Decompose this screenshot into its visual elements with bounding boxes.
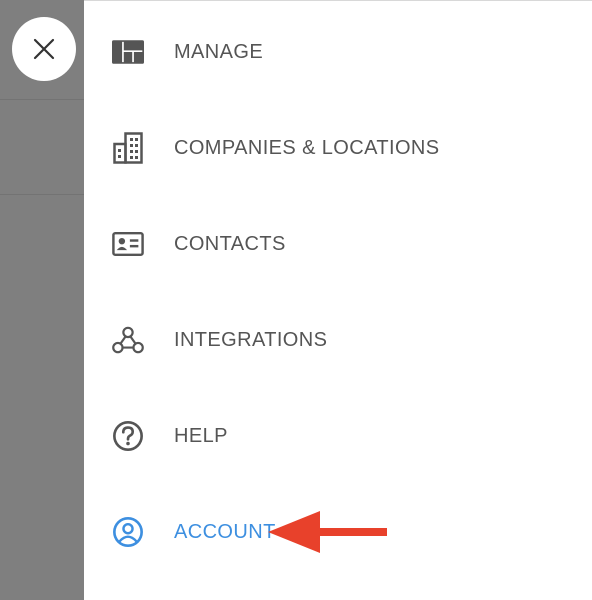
app-screen: MANAGE COMPANIES & LOCATIONS CONTACTS IN…	[0, 0, 592, 600]
nav-label-companies-locations: COMPANIES & LOCATIONS	[174, 136, 440, 159]
nav-label-account: ACCOUNT	[174, 520, 276, 543]
nav-item-companies-locations[interactable]: COMPANIES & LOCATIONS	[84, 120, 564, 176]
help-circle-icon	[112, 420, 144, 452]
close-icon	[33, 38, 55, 60]
nav-label-integrations: INTEGRATIONS	[174, 328, 328, 351]
nav-item-manage[interactable]: MANAGE	[84, 24, 564, 80]
nav-item-help[interactable]: HELP	[84, 408, 564, 464]
nav-label-manage: MANAGE	[174, 40, 264, 63]
nav-item-contacts[interactable]: CONTACTS	[84, 216, 564, 272]
overlay-divider	[0, 99, 84, 100]
nav-label-help: HELP	[174, 424, 228, 447]
nav-item-integrations[interactable]: INTEGRATIONS	[84, 312, 564, 368]
building-icon	[112, 132, 144, 164]
contact-card-icon	[112, 228, 144, 260]
nav-label-contacts: CONTACTS	[174, 232, 286, 255]
overlay-divider	[0, 194, 84, 195]
account-circle-icon	[112, 516, 144, 548]
page-overlay[interactable]	[0, 0, 84, 600]
annotation-arrow-icon	[268, 511, 387, 553]
webhook-icon	[112, 324, 144, 356]
close-menu-button[interactable]	[12, 17, 76, 81]
dashboard-layout-icon	[112, 36, 144, 68]
